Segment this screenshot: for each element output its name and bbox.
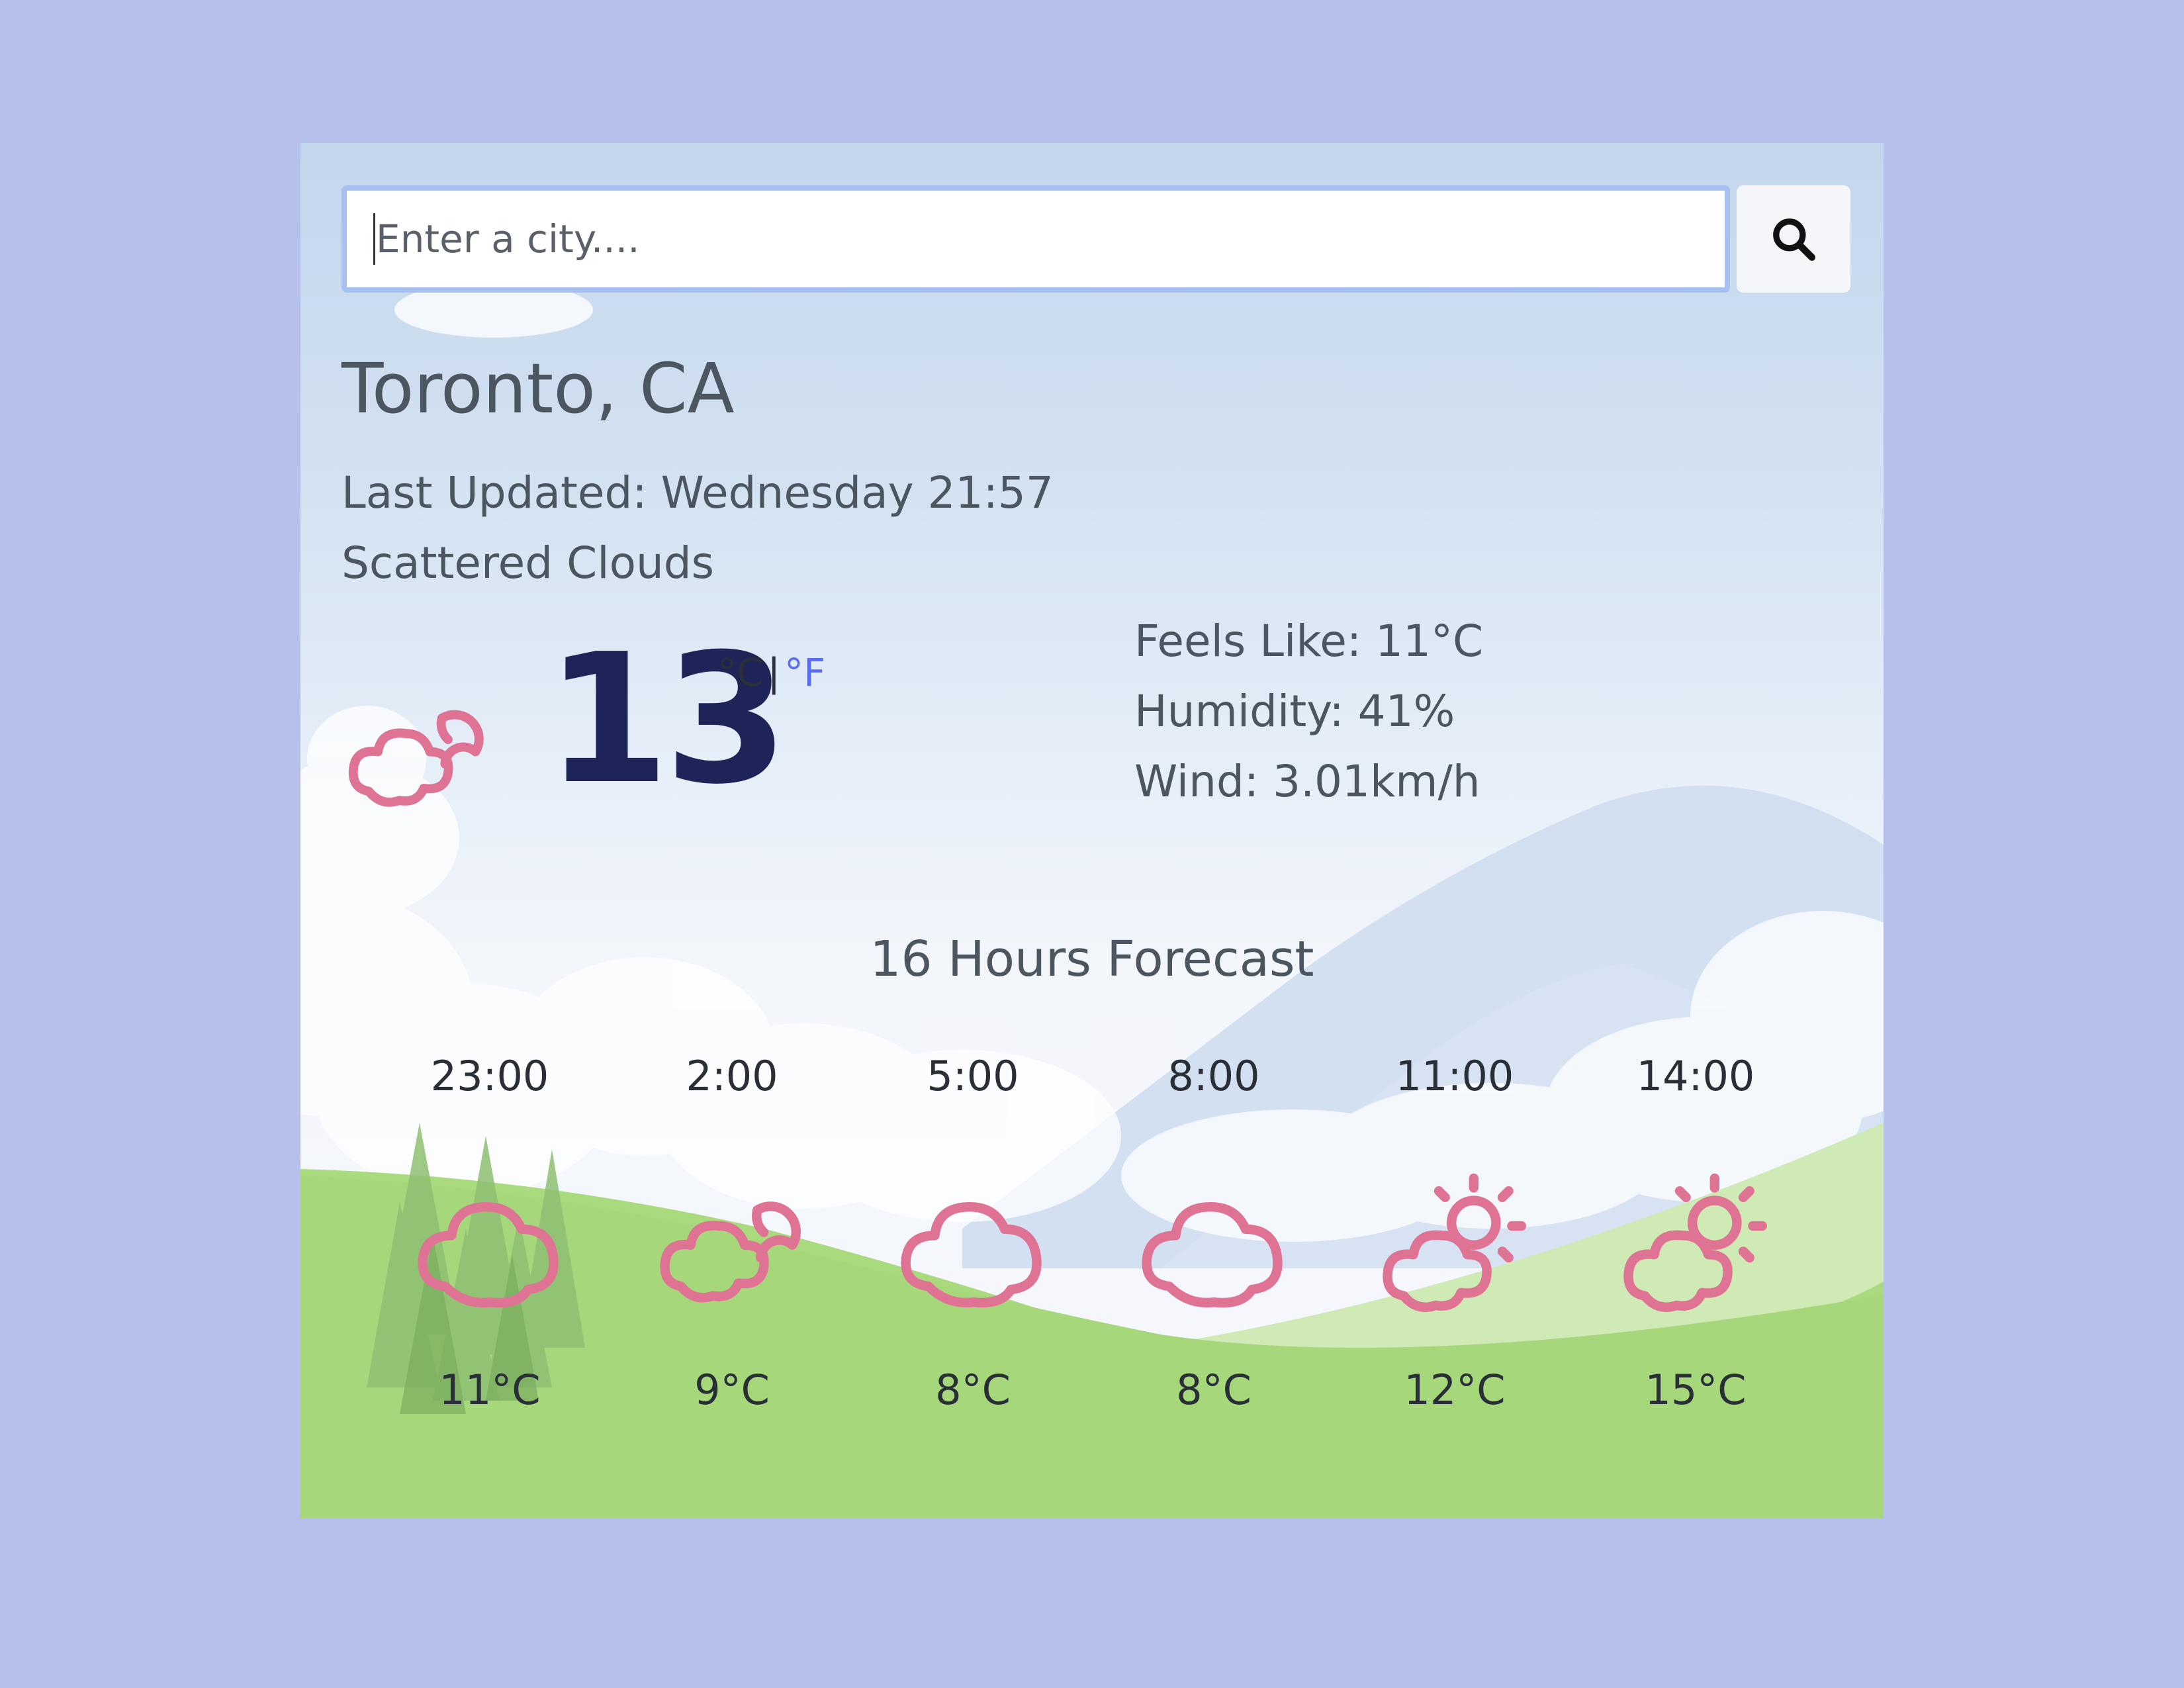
forecast-time: 8:00 bbox=[1167, 1052, 1260, 1100]
search-bar bbox=[341, 185, 1850, 293]
forecast-temperature: 11°C bbox=[439, 1366, 541, 1414]
forecast-time: 2:00 bbox=[686, 1052, 778, 1100]
forecast-hour: 23:00 11°C bbox=[384, 1050, 596, 1417]
forecast-time: 11:00 bbox=[1395, 1052, 1514, 1100]
cloud-moon-icon bbox=[348, 710, 484, 807]
text-caret bbox=[373, 213, 375, 265]
fahrenheit-link[interactable]: °F bbox=[784, 650, 825, 695]
forecast-temperature: 15°C bbox=[1645, 1366, 1747, 1414]
forecast-hour: 8:00 8°C bbox=[1108, 1050, 1320, 1417]
forecast-temperature: 12°C bbox=[1404, 1366, 1506, 1414]
cloud-moon-icon bbox=[660, 1201, 801, 1303]
forecast-time: 14:00 bbox=[1636, 1052, 1755, 1100]
forecast-hour: 14:00 15°C bbox=[1590, 1050, 1801, 1417]
cloud-icon bbox=[901, 1202, 1042, 1308]
forecast-temperature: 8°C bbox=[1176, 1366, 1251, 1414]
forecast-hour: 11:00 12°C bbox=[1349, 1050, 1561, 1417]
city-name: Toronto, CA bbox=[341, 348, 735, 429]
cloud-icon bbox=[418, 1202, 559, 1308]
forecast-title: 16 Hours Forecast bbox=[870, 931, 1314, 988]
forecast-hour: 2:00 9°C bbox=[626, 1050, 838, 1417]
forecast-temperature: 8°C bbox=[935, 1366, 1011, 1414]
last-updated: Last Updated: Wednesday 21:57 bbox=[341, 467, 1054, 518]
unit-separator: | bbox=[767, 650, 781, 695]
weather-description: Scattered Clouds bbox=[341, 538, 715, 588]
search-button[interactable] bbox=[1737, 185, 1850, 293]
feels-like: Feels Like: 11°C bbox=[1134, 616, 1484, 667]
forecast-hour: 5:00 8°C bbox=[867, 1050, 1079, 1417]
forecast-time: 23:00 bbox=[430, 1052, 549, 1100]
forecast-time: 5:00 bbox=[927, 1052, 1019, 1100]
cloud-icon bbox=[1142, 1202, 1283, 1308]
search-icon bbox=[1773, 218, 1815, 261]
celsius-unit[interactable]: °C bbox=[717, 650, 764, 695]
wind-speed: Wind: 3.01km/h bbox=[1134, 756, 1480, 807]
city-search-input[interactable] bbox=[341, 185, 1730, 293]
unit-toggle: °C | °F bbox=[717, 650, 825, 695]
cloud-sun-icon bbox=[1623, 1173, 1767, 1312]
cloud-sun-icon bbox=[1383, 1173, 1526, 1312]
forecast-temperature: 9°C bbox=[694, 1366, 770, 1414]
humidity: Humidity: 41% bbox=[1134, 686, 1455, 737]
weather-details: Feels Like: 11°C Humidity: 41% Wind: 3.0… bbox=[1134, 606, 1483, 817]
weather-card: Toronto, CA Last Updated: Wednesday 21:5… bbox=[300, 143, 1884, 1519]
